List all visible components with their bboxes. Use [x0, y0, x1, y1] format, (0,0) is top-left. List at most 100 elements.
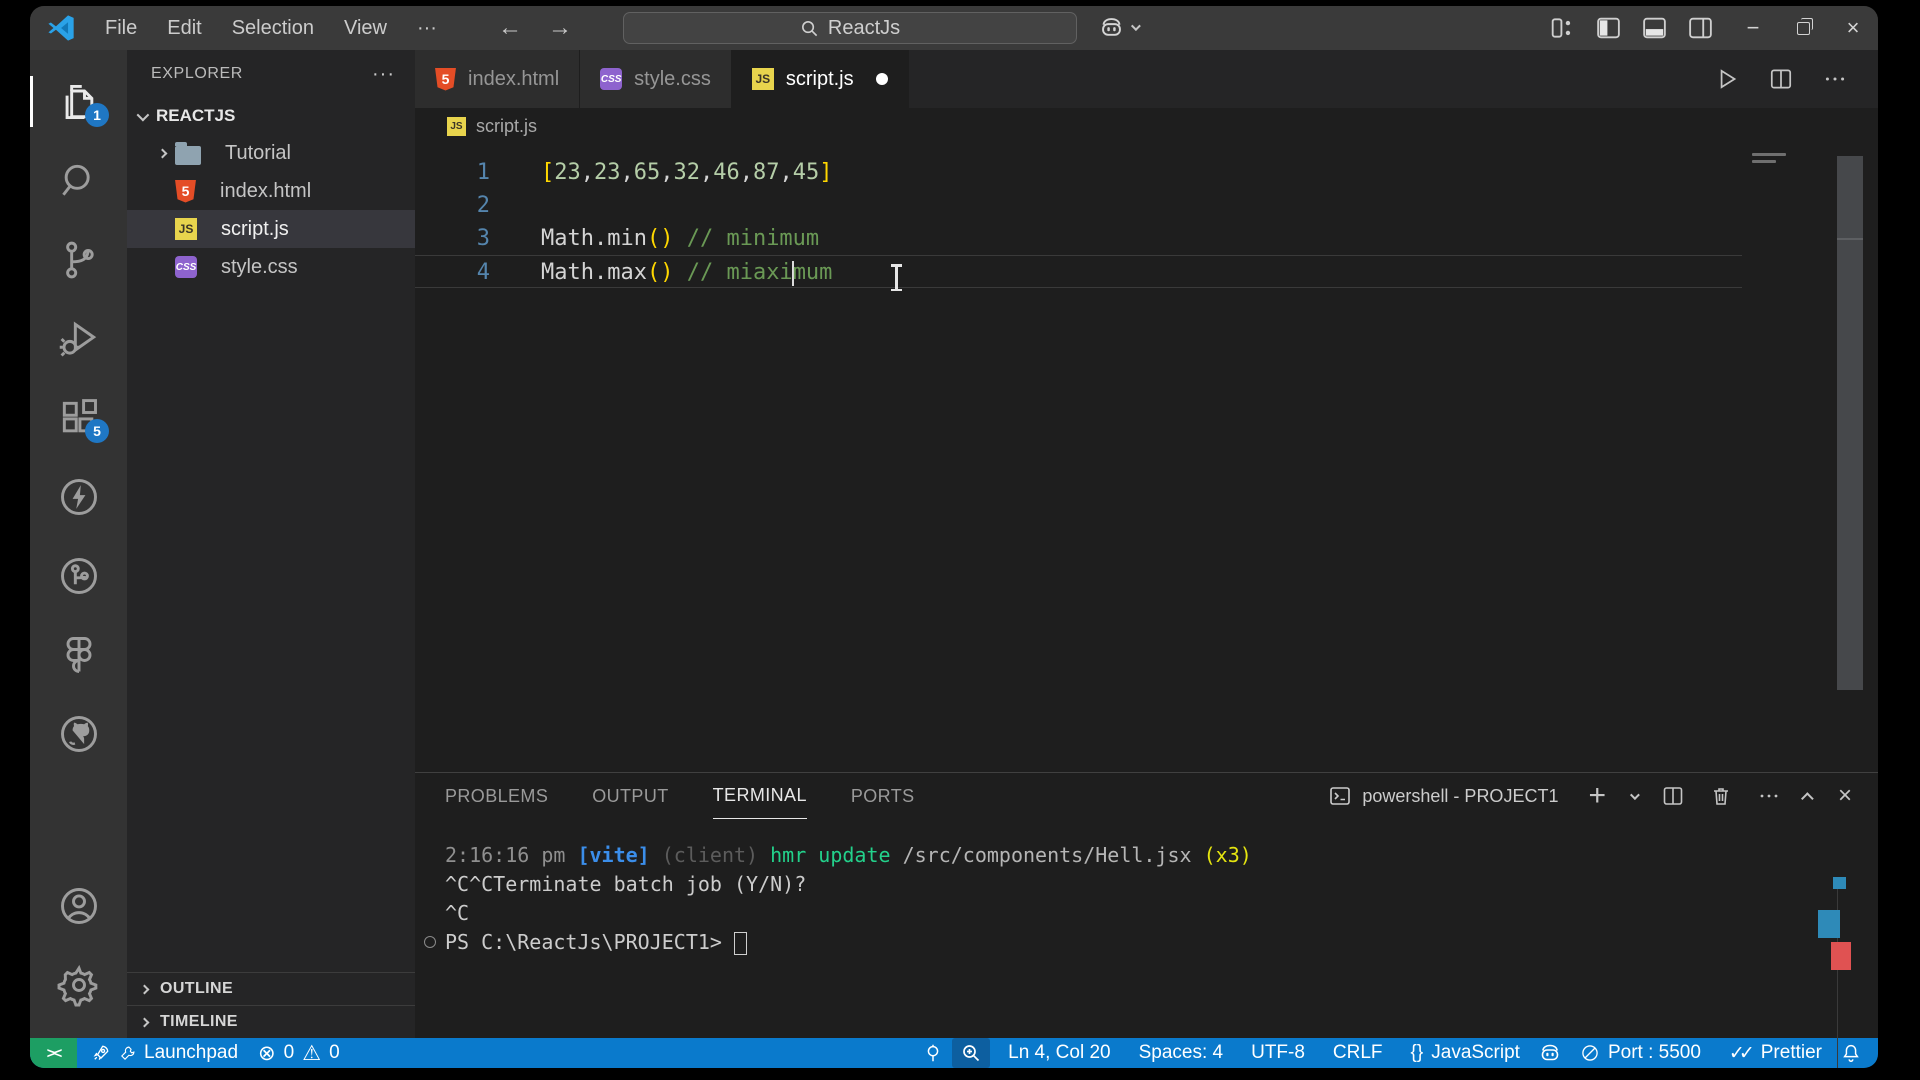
kill-terminal-trash-icon[interactable] [1709, 784, 1733, 808]
code-line[interactable]: 3 Math.min() // minimum [415, 222, 1878, 255]
file-row-tutorial[interactable]: Tutorial [127, 134, 415, 172]
panel-tab-problems[interactable]: PROBLEMS [445, 773, 548, 819]
copilot-icon[interactable] [1098, 14, 1125, 41]
terminal-line: 2:16:16 pm [vite] (client) hmr update /s… [445, 841, 1878, 870]
activity-git-graph[interactable] [30, 536, 127, 615]
menu-edit[interactable]: Edit [152, 17, 216, 40]
eol-sequence[interactable]: CRLF [1323, 1042, 1393, 1064]
zoom-indicator[interactable] [952, 1038, 991, 1068]
menu-file[interactable]: File [90, 17, 152, 40]
terminal-instance[interactable]: powershell - PROJECT1 [1328, 784, 1558, 808]
code-token: () [646, 226, 674, 251]
toggle-primary-sidebar-icon[interactable] [1595, 16, 1622, 40]
tab-script-js[interactable]: JS script.js [731, 50, 909, 108]
activity-extensions[interactable]: 5 [30, 378, 127, 457]
code-line[interactable]: 2 [415, 189, 1878, 222]
breadcrumb-file: script.js [476, 115, 538, 136]
remote-indicator[interactable]: >< [30, 1038, 77, 1068]
panel-more-actions-icon[interactable] [1757, 784, 1781, 808]
nav-back-icon[interactable]: ← [498, 14, 522, 42]
activity-github[interactable] [30, 694, 127, 773]
explorer-more-actions[interactable]: ··· [372, 63, 395, 86]
tab-index-html[interactable]: 5 index.html [415, 50, 581, 108]
activity-search[interactable] [30, 141, 127, 220]
file-row-index-html[interactable]: 5 index.html [127, 172, 415, 210]
status-bar: >< Launchpad ⊗ 0 ⚠ 0 Ln 4, Col 20 Spaces… [30, 1038, 1878, 1068]
restore-button[interactable] [1778, 6, 1828, 50]
menu-more[interactable]: ··· [402, 17, 452, 40]
no-entry-icon [1582, 1045, 1598, 1061]
panel-tab-output[interactable]: OUTPUT [592, 773, 668, 819]
activity-figma[interactable] [30, 615, 127, 694]
terminal-line: PS C:\ReactJs\PROJECT1> [424, 928, 1878, 957]
minimize-button[interactable]: − [1728, 6, 1778, 50]
copilot-chevron-down-icon[interactable] [1130, 21, 1141, 32]
terminal-dropdown-chevron-icon[interactable] [1629, 789, 1640, 800]
customize-layout-icon[interactable] [1549, 16, 1576, 40]
split-terminal-icon[interactable] [1661, 784, 1685, 808]
outline-section[interactable]: OUTLINE [127, 972, 415, 1005]
minimap [1752, 153, 1786, 167]
menu-view[interactable]: View [329, 17, 402, 40]
tab-style-css[interactable]: CSS style.css [580, 50, 732, 108]
indentation[interactable]: Spaces: 4 [1129, 1042, 1234, 1064]
nav-forward-icon[interactable]: → [548, 14, 572, 42]
outline-label: OUTLINE [160, 980, 234, 997]
activity-explorer[interactable]: 1 [30, 62, 127, 141]
close-panel-button[interactable]: × [1838, 782, 1852, 810]
more-actions-icon[interactable] [1822, 66, 1848, 92]
terminal-icon [1330, 787, 1351, 805]
terminal-output[interactable]: 2:16:16 pm [vite] (client) hmr update /s… [415, 819, 1878, 1068]
copilot-status-icon[interactable] [1538, 1041, 1562, 1065]
code-editor[interactable]: 1 [23,23,65,32,46,87,45] 2 3 Math.min() // m… [415, 144, 1878, 772]
prettier-status[interactable]: ✓✓ Prettier [1719, 1042, 1832, 1065]
panel-tab-ports[interactable]: PORTS [851, 773, 915, 819]
warnings-icon: ⚠ [302, 1041, 322, 1065]
split-editor-icon[interactable] [1768, 66, 1794, 92]
menu-selection[interactable]: Selection [217, 17, 329, 40]
activity-source-control[interactable] [30, 220, 127, 299]
language-mode[interactable]: {} JavaScript [1401, 1042, 1530, 1064]
timeline-section[interactable]: TIMELINE [127, 1005, 415, 1038]
chevron-right-icon [157, 148, 167, 158]
line-number: 1 [476, 160, 490, 185]
code-token: , [700, 160, 714, 185]
code-token: ] [819, 160, 833, 185]
code-token: Math.min [541, 226, 647, 251]
problems-status[interactable]: ⊗ 0 ⚠ 0 [248, 1041, 350, 1066]
panel-tab-terminal[interactable]: TERMINAL [712, 773, 807, 819]
live-server-port[interactable]: Port : 5500 [1570, 1042, 1711, 1064]
js-file-icon: JS [175, 218, 197, 240]
title-bar: File Edit Selection View ··· ← → ReactJs [30, 6, 1878, 50]
breadcrumb[interactable]: JS script.js [415, 108, 1878, 144]
code-token: [ [541, 160, 555, 185]
activity-thunder-client[interactable] [30, 457, 127, 536]
maximize-panel-chevron-icon[interactable] [1800, 791, 1814, 805]
file-row-style-css[interactable]: CSS style.css [127, 248, 415, 286]
activity-settings[interactable] [30, 945, 127, 1024]
file-row-script-js[interactable]: JS script.js [127, 210, 415, 248]
terminal-token: PS C:\ReactJs\PROJECT1> [445, 930, 734, 954]
search-icon [61, 164, 90, 196]
toggle-panel-icon[interactable] [1641, 16, 1668, 40]
code-line[interactable]: 1 [23,23,65,32,46,87,45] [415, 156, 1878, 189]
command-decoration-icon[interactable] [424, 936, 436, 948]
close-window-button[interactable]: × [1828, 6, 1878, 50]
encoding[interactable]: UTF-8 [1241, 1042, 1315, 1064]
cursor-position[interactable]: Ln 4, Col 20 [998, 1042, 1120, 1064]
unsaved-dot-icon[interactable] [875, 73, 888, 85]
explorer-root-folder[interactable]: REACTJS [127, 98, 415, 134]
git-graph-circle-icon [60, 557, 97, 594]
editor-scrollbar[interactable] [1837, 156, 1863, 690]
tab-label: style.css [634, 67, 711, 90]
code-line[interactable]: 4 Math.max() // miaximum [415, 255, 1742, 288]
activity-run-debug[interactable] [30, 299, 127, 378]
launchpad-status[interactable]: Launchpad [77, 1042, 248, 1064]
toggle-secondary-sidebar-icon[interactable] [1687, 16, 1714, 40]
notifications-bell-icon[interactable] [1840, 1042, 1862, 1064]
new-terminal-button[interactable]: + [1588, 781, 1606, 811]
run-file-icon[interactable] [1714, 66, 1740, 92]
activity-account[interactable] [30, 866, 127, 945]
code-token: 32 [673, 160, 701, 185]
command-center-search[interactable]: ReactJs [623, 12, 1077, 44]
